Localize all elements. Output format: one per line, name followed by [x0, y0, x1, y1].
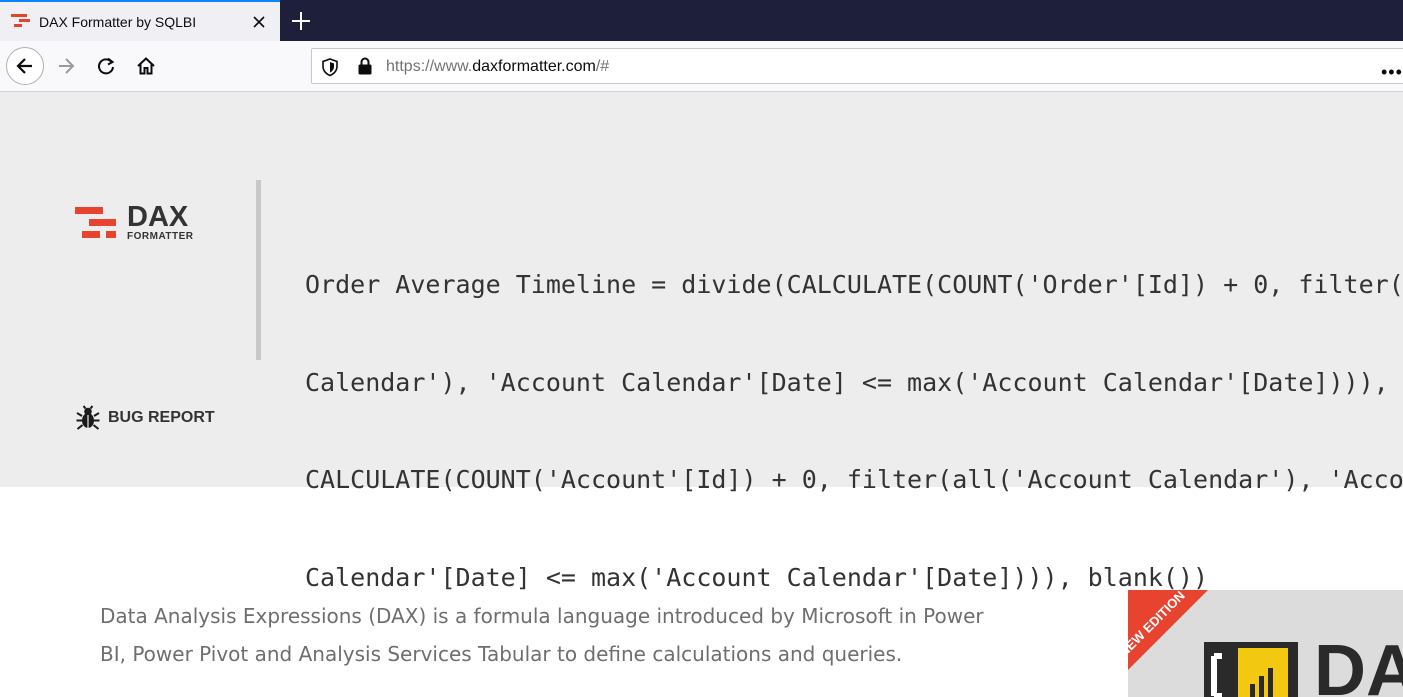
code-line: Calendar'), 'Account Calendar'[Date] <= … [305, 367, 1389, 397]
formatted-dax-code[interactable]: Order Average Timeline = divide(CALCULAT… [305, 204, 1403, 627]
browser-tab[interactable]: DAX Formatter by SQLBI [0, 0, 280, 41]
tracking-protection-shield-icon[interactable] [321, 57, 339, 77]
reload-button[interactable] [88, 48, 124, 84]
reload-icon [98, 57, 115, 75]
dax-book-promo[interactable]: NEW EDITION DA [1128, 590, 1403, 697]
book-title: DA [1314, 631, 1403, 697]
back-button[interactable] [6, 47, 44, 85]
dax-formatter-logo[interactable]: DAX FORMATTER [75, 201, 205, 245]
address-bar[interactable]: https://www.daxformatter.com/# [311, 48, 1403, 84]
tab-title: DAX Formatter by SQLBI [39, 14, 197, 30]
url-domain: daxformatter.com [472, 58, 596, 75]
home-button[interactable] [128, 48, 164, 84]
bug-report-link[interactable]: BUG REPORT [75, 405, 215, 431]
new-tab-icon[interactable] [288, 8, 314, 34]
dax-formatter-favicon-icon [11, 14, 30, 27]
lock-icon[interactable] [356, 56, 374, 76]
tab-strip: DAX Formatter by SQLBI [0, 0, 1403, 41]
home-icon [137, 57, 155, 75]
url-suffix: /# [595, 58, 610, 75]
back-arrow-icon [16, 58, 32, 74]
navigation-bar: https://www.daxformatter.com/# [0, 41, 1403, 92]
power-bi-book-icon [1204, 642, 1298, 697]
url-prefix: https://www. [386, 58, 473, 75]
code-line: CALCULATE(COUNT('Account'[Id]) + 0, filt… [305, 465, 1403, 494]
bug-report-label: BUG REPORT [108, 409, 215, 426]
url-text[interactable]: https://www.daxformatter.com/# [386, 58, 609, 76]
new-edition-ribbon: NEW EDITION [1128, 590, 1208, 670]
bug-icon [76, 405, 100, 430]
close-tab-icon[interactable] [248, 11, 270, 33]
code-line: Order Average Timeline = divide(CALCULAT… [305, 270, 1403, 299]
logo-subtitle: FORMATTER [127, 231, 194, 242]
logo-bricks-icon [75, 207, 116, 238]
forward-button[interactable] [48, 48, 84, 84]
page-actions-menu-icon[interactable]: ••• [1381, 62, 1403, 83]
dax-description: Data Analysis Expressions (DAX) is a for… [100, 604, 984, 666]
logo-title: DAX [127, 201, 189, 233]
vertical-divider [256, 180, 261, 360]
forward-arrow-icon [59, 58, 75, 74]
